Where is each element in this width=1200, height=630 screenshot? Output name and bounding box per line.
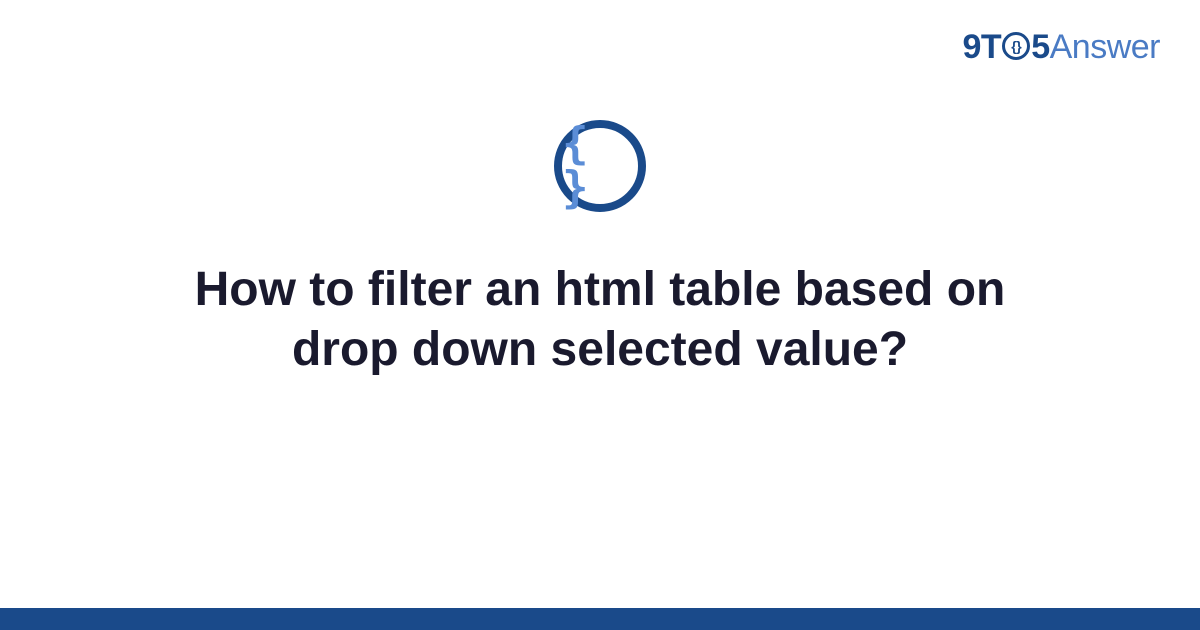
code-braces-icon: { } (554, 120, 646, 212)
braces-glyph: { } (562, 122, 638, 210)
logo-text-answer: Answer (1050, 28, 1160, 66)
main-content: { } How to filter an html table based on… (0, 120, 1200, 380)
logo-text-5: 5 (1031, 28, 1049, 66)
site-logo: 9T{}5Answer (963, 28, 1160, 67)
footer-bar (0, 608, 1200, 630)
logo-text-9t: 9T (963, 28, 1002, 66)
logo-braces-circle-icon: {} (1002, 32, 1030, 60)
page-title: How to filter an html table based on dro… (120, 260, 1080, 380)
